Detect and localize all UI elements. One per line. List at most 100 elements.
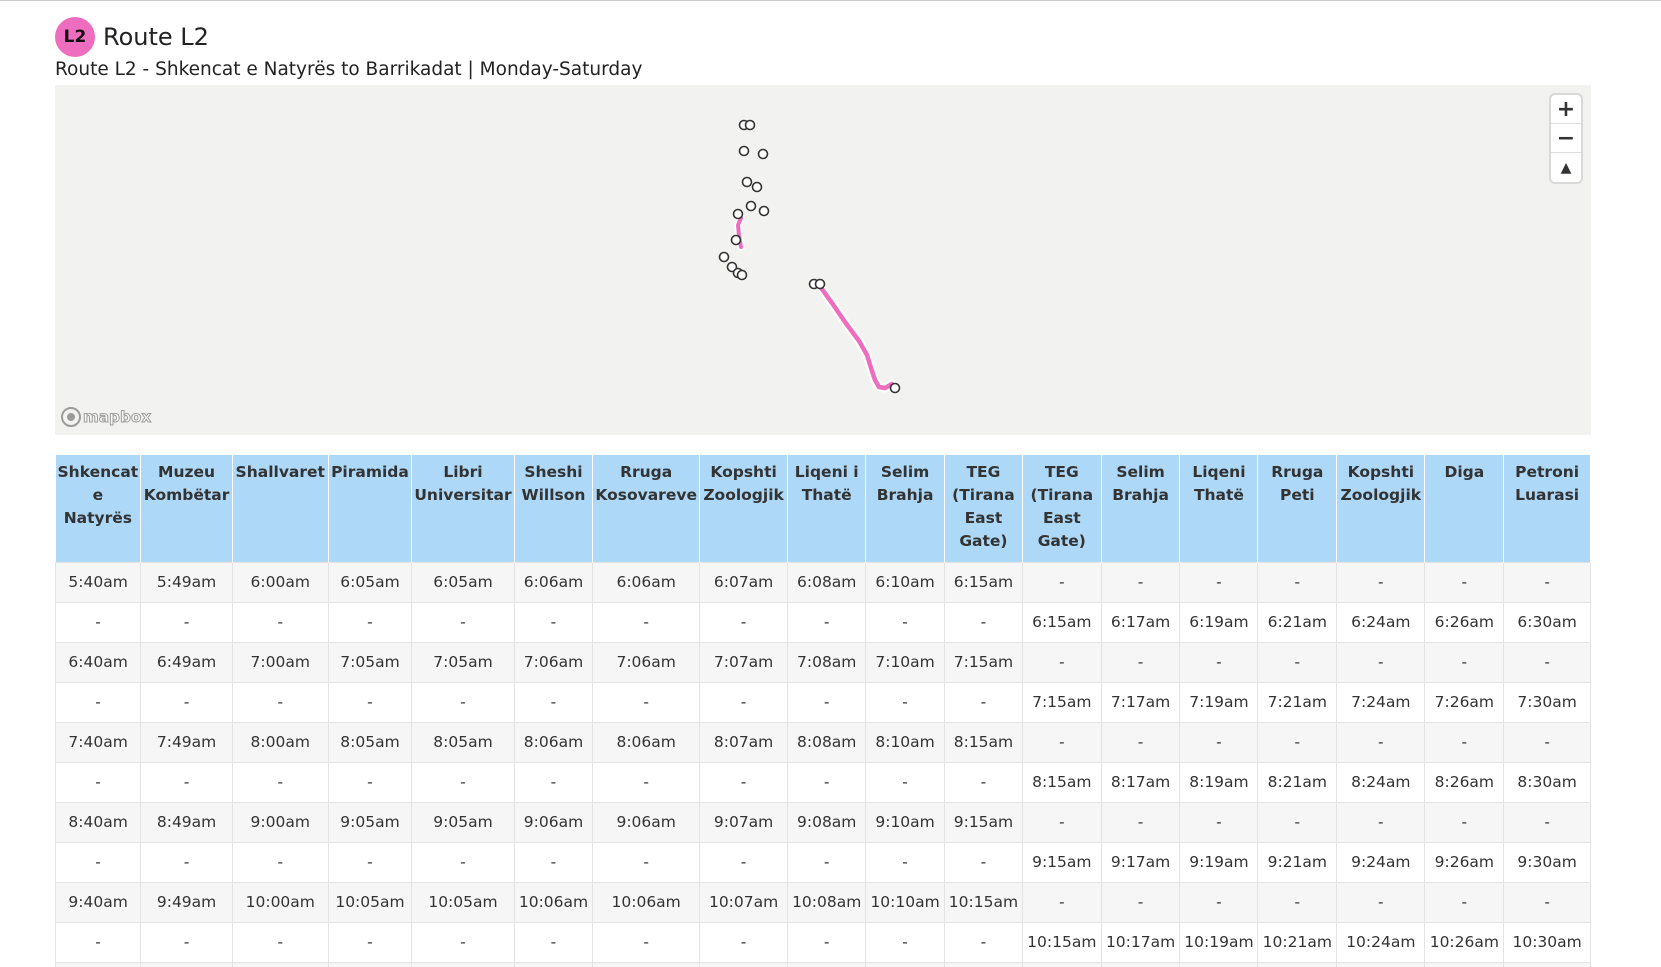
stop-marker[interactable] (732, 208, 744, 220)
stop-marker[interactable] (738, 145, 750, 157)
departure-time-cell: - (513, 761, 594, 803)
departure-time-cell: - (1503, 881, 1591, 923)
column-header-stop: Sheshi Willson (514, 455, 594, 562)
departure-time-cell: 7:08am (787, 641, 867, 683)
departure-time-cell: - (943, 601, 1023, 643)
departure-time-cell: 8:19am (1179, 761, 1259, 803)
departure-time-cell: - (1100, 721, 1181, 763)
departure-time-cell: 11:15am (943, 961, 1023, 967)
route-header: L2 Route L2 (55, 17, 209, 57)
departure-time-cell: 8:06am (513, 721, 594, 763)
departure-time-cell: - (327, 761, 413, 803)
departure-time-cell: - (787, 761, 867, 803)
departure-time-cell: - (411, 841, 515, 883)
departure-time-cell: 8:10am (865, 721, 945, 763)
departure-time-cell: - (1179, 641, 1259, 683)
stop-marker[interactable] (718, 251, 730, 263)
departure-time-cell: 6:21am (1257, 601, 1338, 643)
departure-time-cell: 7:30am (1503, 681, 1591, 723)
departure-time-cell: 10:30am (1503, 921, 1591, 963)
stop-marker[interactable] (741, 176, 753, 188)
zoom-in-button[interactable]: + (1551, 95, 1581, 124)
departure-time-cell: 8:17am (1100, 761, 1181, 803)
stop-marker[interactable] (736, 269, 748, 281)
departure-time-cell: 8:06am (592, 721, 700, 763)
column-header-stop: Petroni Luarasi (1503, 455, 1591, 562)
timetable: Shkencat e Natyrës Muzeu Kombëtar Shallvar… (55, 455, 1591, 967)
departure-time-cell: 7:17am (1100, 681, 1181, 723)
departure-time-cell: 6:00am (231, 561, 329, 603)
departure-time-cell: 10:24am (1336, 921, 1426, 963)
departure-time-cell: - (1021, 881, 1102, 923)
stop-marker[interactable] (757, 148, 769, 160)
stop-marker[interactable] (744, 119, 756, 131)
departure-time-cell: 9:26am (1424, 841, 1505, 883)
stop-marker[interactable] (889, 382, 901, 394)
departure-time-cell: 6:49am (140, 641, 233, 683)
column-header-stop: Rruga Peti (1257, 455, 1338, 562)
column-header-stop: TEG (Tirana East Gate) (1022, 455, 1102, 562)
departure-time-cell: - (1100, 641, 1181, 683)
compass-reset-button[interactable]: ▲ (1551, 153, 1581, 182)
departure-time-cell: 9:05am (327, 801, 413, 843)
departure-time-cell: 6:30am (1503, 601, 1591, 643)
departure-time-cell: 9:06am (513, 801, 594, 843)
departure-time-cell: 7:07am (698, 641, 789, 683)
departure-time-cell: 6:06am (513, 561, 594, 603)
departure-time-cell: - (1179, 561, 1259, 603)
stop-marker[interactable] (730, 234, 742, 246)
column-header-stop: Kopshti Zoologjik (1336, 455, 1426, 562)
departure-time-cell: 9:30am (1503, 841, 1591, 883)
departure-time-cell: 6:10am (865, 561, 945, 603)
departure-time-cell: - (1424, 881, 1505, 923)
departure-time-cell: - (231, 601, 329, 643)
departure-time-cell: 6:08am (787, 561, 867, 603)
departure-time-cell: 9:08am (787, 801, 867, 843)
departure-time-cell: 9:00am (231, 801, 329, 843)
stop-marker[interactable] (751, 181, 763, 193)
departure-time-cell: 10:40am (55, 961, 142, 967)
departure-time-cell: 7:26am (1424, 681, 1505, 723)
departure-time-cell: 6:15am (1021, 601, 1102, 643)
departure-time-cell: - (140, 681, 233, 723)
departure-time-cell: 8:15am (1021, 761, 1102, 803)
departure-time-cell: - (327, 601, 413, 643)
departure-time-cell: 10:06am (513, 881, 594, 923)
route-map[interactable]: + − ▲ mapbox (55, 85, 1591, 435)
stop-marker[interactable] (745, 200, 757, 212)
departure-time-cell: 7:05am (327, 641, 413, 683)
departure-time-cell: 10:26am (1424, 921, 1505, 963)
departure-time-cell: - (592, 681, 700, 723)
stop-marker[interactable] (758, 205, 770, 217)
departure-time-cell: 11:08am (787, 961, 867, 967)
departure-time-cell: 11:07am (698, 961, 789, 967)
departure-time-cell: - (231, 921, 329, 963)
departure-time-cell: - (592, 601, 700, 643)
departure-time-cell: - (1179, 801, 1259, 843)
departure-time-cell: - (513, 681, 594, 723)
departure-time-cell: - (1424, 561, 1505, 603)
timetable-container[interactable]: Shkencat e Natyrës Muzeu Kombëtar Shallvar… (55, 455, 1591, 967)
departure-time-cell: 7:06am (513, 641, 594, 683)
departure-time-cell: 10:49am (140, 961, 233, 967)
departure-time-cell: 6:05am (411, 561, 515, 603)
table-row: - - - - - - - - - - -10:15am 10:17am 10:19am 10:21am 1… (55, 921, 1591, 963)
departure-time-cell: 10:06am (592, 881, 700, 923)
departure-time-cell: - (787, 841, 867, 883)
departure-time-cell: 5:40am (55, 561, 142, 603)
mapbox-logo[interactable]: mapbox (61, 407, 152, 427)
departure-time-cell: - (411, 681, 515, 723)
departure-time-cell: 7:15am (1021, 681, 1102, 723)
stop-marker[interactable] (814, 278, 826, 290)
zoom-out-button[interactable]: − (1551, 124, 1581, 153)
departure-time-cell: 8:21am (1257, 761, 1338, 803)
departure-time-cell: 6:17am (1100, 601, 1181, 643)
departure-time-cell: 8:05am (327, 721, 413, 763)
departure-time-cell: 5:49am (140, 561, 233, 603)
departure-time-cell: 7:40am (55, 721, 142, 763)
departure-time-cell: - (1336, 721, 1426, 763)
departure-time-cell: - (513, 601, 594, 643)
table-row: - - - - - - - - - - -7:15am 7:17am 7:19am 7:21am 7:24a… (55, 681, 1591, 723)
departure-time-cell: 10:10am (865, 881, 945, 923)
departure-time-cell: 7:05am (411, 641, 515, 683)
